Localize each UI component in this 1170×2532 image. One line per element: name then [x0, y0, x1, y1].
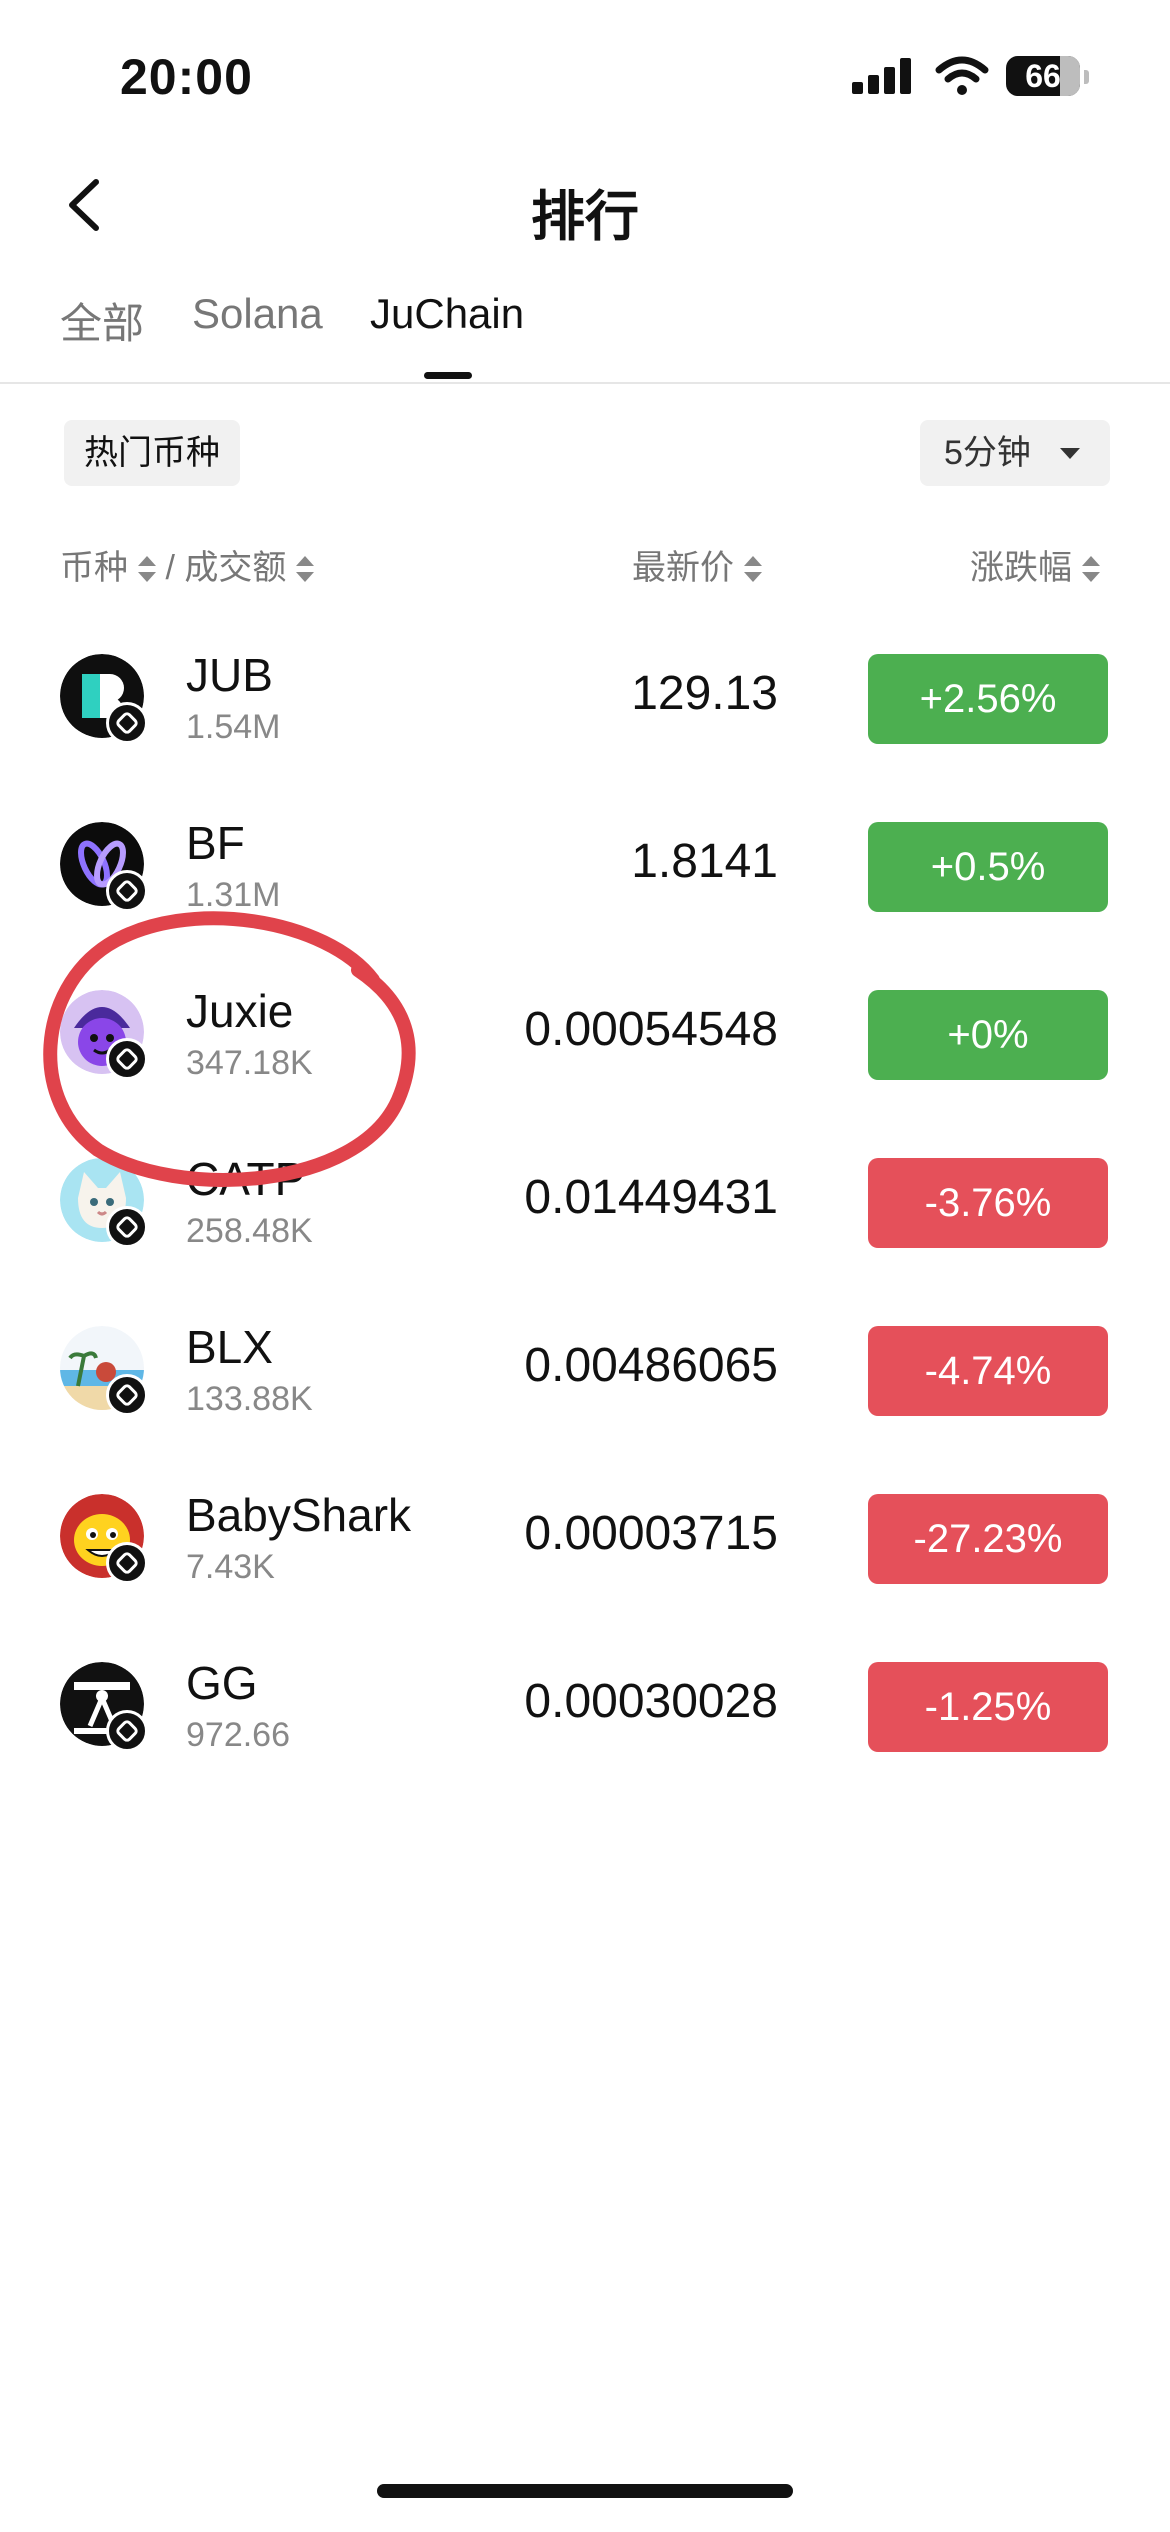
catp-coin-icon — [60, 1158, 148, 1248]
coin-price: 0.01449431 — [524, 1171, 778, 1224]
coin-name: BabyShark — [186, 1489, 412, 1541]
chain-badge-icon — [106, 1206, 148, 1248]
active-tab-indicator — [424, 372, 472, 379]
cellular-signal-icon — [852, 58, 914, 94]
tab-all[interactable]: 全部 — [60, 290, 144, 351]
change-badge: -1.25% — [868, 1662, 1108, 1752]
coin-volume: 347.18K — [186, 1044, 313, 1082]
coin-row[interactable]: GG 972.66 0.00030028 -1.25% — [0, 1622, 1170, 1790]
change-badge: -27.23% — [868, 1494, 1108, 1584]
tab-solana[interactable]: Solana — [192, 290, 323, 338]
change-badge: +2.56% — [868, 654, 1108, 744]
coin-column-label: 币种 — [60, 549, 128, 587]
column-separator: / — [165, 549, 175, 587]
wifi-icon — [935, 56, 989, 95]
chain-badge-icon — [106, 870, 148, 912]
coin-price: 129.13 — [631, 667, 778, 720]
coin-name: BF — [186, 817, 245, 869]
change-badge: +0.5% — [868, 822, 1108, 912]
coin-volume-header[interactable]: 币种 / 成交额 — [60, 540, 315, 589]
change-column-label: 涨跌幅 — [970, 549, 1072, 587]
chain-badge-icon — [106, 1542, 148, 1584]
coin-price: 0.00003715 — [524, 1507, 778, 1560]
battery-level: 66 — [1025, 58, 1061, 94]
hot-coins-filter[interactable]: 热门币种 — [64, 420, 240, 486]
coin-row[interactable]: JUB 1.54M 129.13 +2.56% — [0, 614, 1170, 782]
price-column-label: 最新价 — [632, 549, 734, 587]
status-time: 20:00 — [120, 49, 253, 105]
change-badge: -4.74% — [868, 1326, 1108, 1416]
period-dropdown[interactable]: 5分钟 — [920, 420, 1110, 486]
sort-icon — [296, 556, 315, 584]
chain-badge-icon — [106, 1710, 148, 1752]
volume-column-label: 成交额 — [184, 549, 287, 587]
battery-icon: 66 — [1006, 56, 1080, 96]
status-bar: 20:00 66 — [0, 0, 1170, 150]
coin-price: 1.8141 — [631, 835, 778, 888]
coin-row[interactable]: BF 1.31M 1.8141 +0.5% — [0, 782, 1170, 950]
coin-volume: 258.48K — [186, 1212, 313, 1250]
sort-icon — [1082, 556, 1100, 584]
caret-down-icon — [1060, 448, 1080, 459]
price-header[interactable]: 最新价 — [632, 540, 762, 589]
jub-coin-icon — [60, 654, 148, 744]
coin-volume: 7.43K — [186, 1548, 275, 1586]
tab-juchain[interactable]: JuChain — [370, 290, 524, 338]
battery-cap — [1084, 70, 1089, 84]
coin-volume: 1.31M — [186, 876, 281, 914]
coin-volume: 972.66 — [186, 1716, 290, 1754]
blx-coin-icon — [60, 1326, 148, 1416]
coin-price: 0.00030028 — [524, 1675, 778, 1728]
coin-row[interactable]: CATP 258.48K 0.01449431 -3.76% — [0, 1118, 1170, 1286]
coin-name: Juxie — [186, 985, 294, 1037]
babyshark-coin-icon — [60, 1494, 148, 1584]
coin-name: GG — [186, 1657, 258, 1709]
coin-price: 0.00486065 — [524, 1339, 778, 1392]
coin-name: BLX — [186, 1321, 273, 1373]
period-label: 5分钟 — [944, 434, 1031, 472]
change-badge: -3.76% — [868, 1158, 1108, 1248]
chain-badge-icon — [106, 1374, 148, 1416]
chain-badge-icon — [106, 702, 148, 744]
home-indicator — [377, 2484, 793, 2498]
bf-coin-icon — [60, 822, 148, 912]
gg-coin-icon — [60, 1662, 148, 1752]
coin-volume: 1.54M — [186, 708, 281, 746]
coin-name: CATP — [186, 1153, 306, 1205]
change-badge: +0% — [868, 990, 1108, 1080]
chain-badge-icon — [106, 1038, 148, 1080]
tabs-divider — [0, 382, 1170, 384]
page-title: 排行 — [531, 187, 639, 247]
juxie-coin-icon — [60, 990, 148, 1080]
coin-volume: 133.88K — [186, 1380, 313, 1418]
coin-row[interactable]: BLX 133.88K 0.00486065 -4.74% — [0, 1286, 1170, 1454]
coin-row[interactable]: Juxie 347.18K 0.00054548 +0% — [0, 950, 1170, 1118]
change-header[interactable]: 涨跌幅 — [970, 540, 1100, 589]
coin-price: 0.00054548 — [524, 1003, 778, 1056]
coin-row[interactable]: BabyShark 7.43K 0.00003715 -27.23% — [0, 1454, 1170, 1622]
sort-icon — [744, 556, 762, 584]
sort-icon — [138, 556, 156, 584]
coin-name: JUB — [186, 649, 273, 701]
